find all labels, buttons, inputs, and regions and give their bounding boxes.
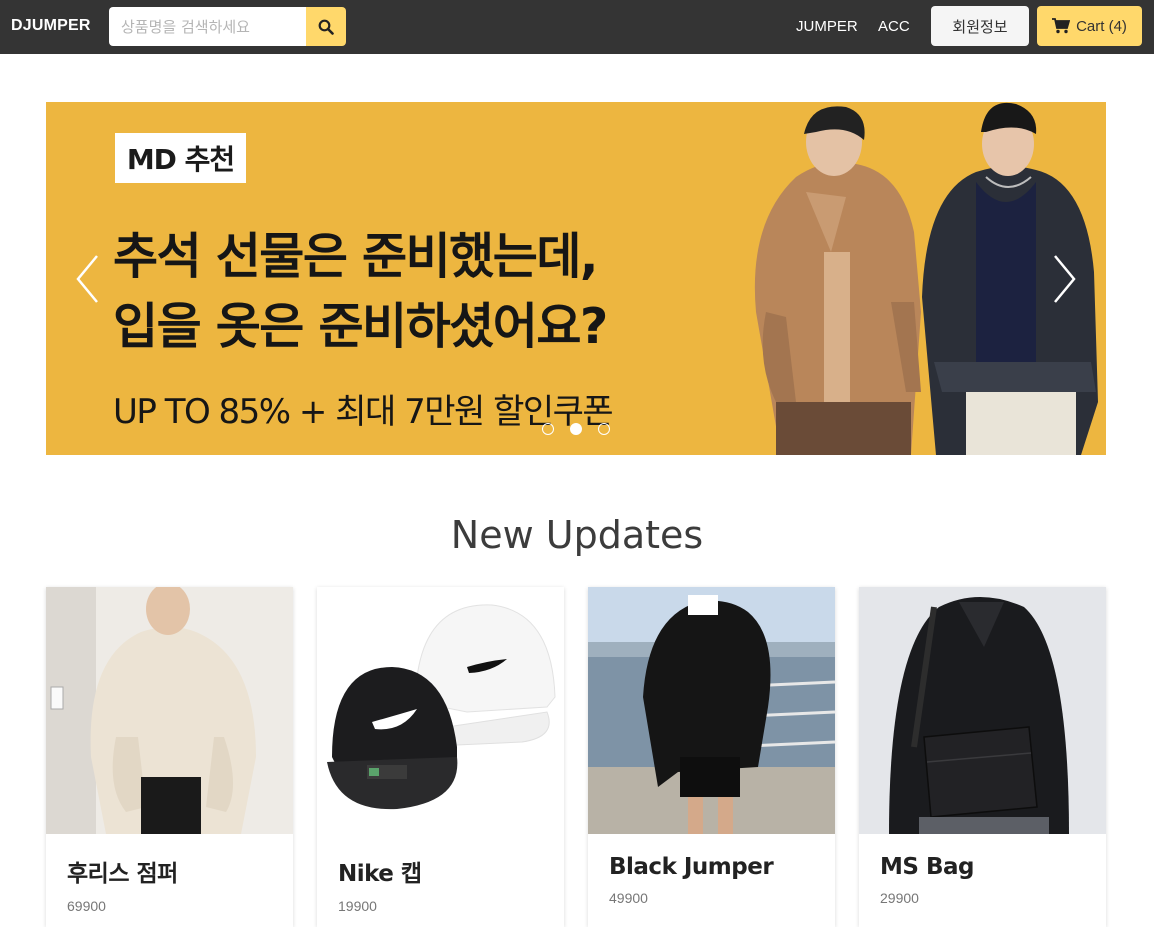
headline-line-1: 추석 선물은 준비했는데, <box>113 228 599 285</box>
product-price: 19900 <box>338 898 377 914</box>
product-image <box>46 587 293 834</box>
chevron-right-icon <box>1054 255 1076 303</box>
search-group <box>109 7 346 46</box>
member-info-button[interactable]: 회원정보 <box>931 6 1029 46</box>
models-image <box>754 102 1098 455</box>
product-price: 69900 <box>67 898 106 914</box>
product-price: 29900 <box>880 890 919 906</box>
carousel-prev-button[interactable] <box>73 252 103 306</box>
search-button[interactable] <box>306 7 346 46</box>
carousel-indicators <box>542 423 610 435</box>
product-image <box>317 587 564 834</box>
search-input[interactable] <box>109 7 306 46</box>
section-title: New Updates <box>450 513 704 557</box>
nav-link-jumper[interactable]: JUMPER <box>796 18 858 35</box>
carousel-headline: 추석 선물은 준비했는데, 입을 옷은 준비하셨어요? <box>113 222 608 362</box>
product-card[interactable]: 후리스 점퍼 69900 <box>46 587 293 927</box>
cart-label: Cart (4) <box>1076 17 1127 35</box>
carousel-indicator-3[interactable] <box>598 423 610 435</box>
nav-link-acc[interactable]: ACC <box>878 18 910 35</box>
product-name: Black Jumper <box>609 854 774 880</box>
navbar: DJUMPER JUMPER ACC 회원정보 Cart (4) <box>0 0 1154 54</box>
chevron-left-icon <box>76 255 98 303</box>
carousel-indicator-2[interactable] <box>570 423 582 435</box>
carousel-subline: UP TO 85% + 최대 7만원 할인쿠폰 <box>113 392 614 432</box>
carousel-next-button[interactable] <box>1049 252 1079 306</box>
md-badge: MD 추천 <box>115 133 246 183</box>
brand-logo[interactable]: DJUMPER <box>11 17 91 35</box>
product-name: 후리스 점퍼 <box>67 861 178 887</box>
product-card[interactable]: Black Jumper 49900 <box>588 587 835 927</box>
cart-icon <box>1052 18 1071 34</box>
product-name: Nike 캡 <box>338 861 422 887</box>
product-price: 49900 <box>609 890 648 906</box>
product-name: MS Bag <box>880 854 974 880</box>
cart-button[interactable]: Cart (4) <box>1037 6 1142 46</box>
product-image <box>859 587 1106 834</box>
headline-line-2: 입을 옷은 준비하셨어요? <box>113 298 608 355</box>
search-icon <box>318 19 334 35</box>
product-card[interactable]: MS Bag 29900 <box>859 587 1106 927</box>
promo-carousel: MD 추천 추석 선물은 준비했는데, 입을 옷은 준비하셨어요? UP TO … <box>46 102 1106 455</box>
product-card[interactable]: Nike 캡 19900 <box>317 587 564 927</box>
product-image <box>588 587 835 834</box>
carousel-indicator-1[interactable] <box>542 423 554 435</box>
